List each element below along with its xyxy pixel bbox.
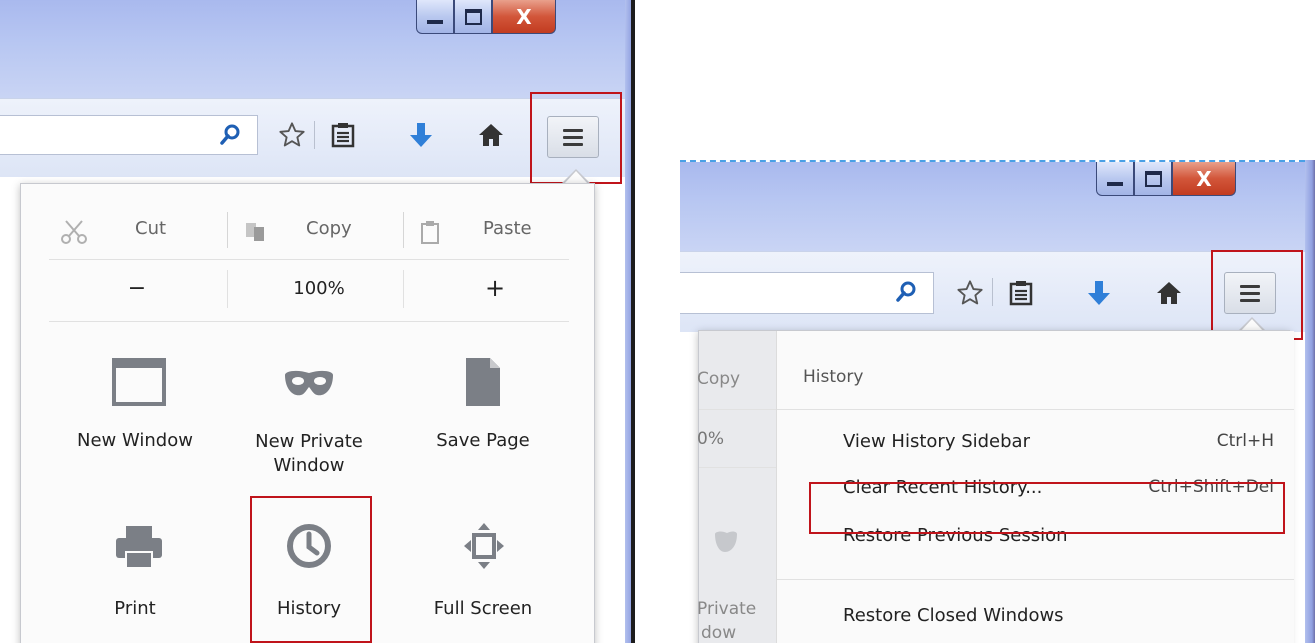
page-icon — [455, 350, 511, 414]
behind-private-line1: Private — [697, 599, 757, 619]
zoom-level[interactable]: 100% — [279, 278, 359, 299]
right-browser-window: X Copy 0% Private dow History View Histo… — [680, 160, 1315, 643]
edit-divider — [227, 212, 228, 248]
full-screen-label: Full Screen — [433, 598, 533, 619]
minimize-button[interactable] — [1096, 162, 1134, 196]
bookmark-star-icon[interactable] — [953, 276, 987, 310]
bookmarks-list-icon[interactable] — [1004, 276, 1038, 310]
close-button[interactable]: X — [492, 0, 556, 34]
restore-closed-windows-label: Restore Closed Windows — [843, 605, 1064, 626]
separator — [777, 579, 1294, 580]
separator — [777, 409, 1294, 410]
home-icon[interactable] — [474, 118, 508, 152]
full-screen-item[interactable]: Full Screen — [397, 514, 569, 634]
separator — [699, 409, 777, 410]
new-private-window-label: New Private Window — [255, 431, 363, 476]
separator — [49, 321, 569, 322]
toolbar-separator — [314, 121, 315, 149]
zoom-divider — [403, 270, 404, 308]
zoom-out-button[interactable]: − — [117, 276, 157, 301]
view-history-sidebar-shortcut: Ctrl+H — [1216, 431, 1274, 451]
minimize-button[interactable] — [416, 0, 454, 34]
view-history-sidebar-item[interactable]: View History Sidebar Ctrl+H — [777, 423, 1294, 463]
behind-copy-label: Copy — [697, 369, 741, 389]
download-arrow-icon[interactable] — [1082, 276, 1116, 310]
bookmark-star-icon[interactable] — [275, 118, 309, 152]
maximize-icon — [1144, 170, 1162, 187]
new-private-window-item[interactable]: New Private Window — [221, 344, 397, 484]
mask-icon — [281, 362, 337, 406]
toolbar-separator — [992, 278, 993, 306]
save-page-label: Save Page — [436, 430, 530, 451]
separator — [699, 467, 777, 468]
window-icon — [111, 354, 167, 410]
print-item[interactable]: Print — [49, 514, 221, 634]
highlight-clear-recent-history — [809, 482, 1285, 534]
printer-icon — [111, 520, 167, 574]
fullscreen-icon — [459, 518, 509, 574]
window-frame-edge — [1305, 160, 1315, 643]
close-icon: X — [516, 4, 532, 29]
minimize-icon — [1107, 181, 1123, 186]
copy-button[interactable]: Copy — [306, 218, 352, 239]
new-window-item[interactable]: New Window — [49, 344, 221, 484]
maximize-button[interactable] — [1134, 162, 1172, 196]
paste-icon — [415, 217, 445, 247]
window-controls: X — [416, 0, 556, 36]
view-history-sidebar-label: View History Sidebar — [843, 431, 1030, 452]
edit-divider — [403, 212, 404, 248]
paste-button[interactable]: Paste — [483, 218, 532, 239]
highlight-history-item — [250, 496, 372, 643]
download-arrow-icon[interactable] — [404, 118, 438, 152]
history-subview-title: History — [803, 367, 864, 387]
new-window-label: New Window — [77, 430, 193, 451]
cut-button[interactable]: Cut — [135, 218, 166, 239]
maximize-button[interactable] — [454, 0, 492, 34]
window-frame-dark-edge — [631, 0, 635, 643]
cut-icon — [57, 217, 91, 247]
maximize-icon — [464, 8, 482, 25]
copy-icon — [241, 218, 271, 246]
left-browser-window: X Cut Copy Paste − 100% + New Window New… — [0, 0, 635, 643]
minimize-icon — [427, 19, 443, 24]
separator — [49, 259, 569, 260]
bookmarks-list-icon[interactable] — [326, 118, 360, 152]
zoom-in-button[interactable]: + — [475, 274, 515, 302]
search-icon[interactable] — [214, 119, 246, 151]
save-page-item[interactable]: Save Page — [397, 344, 569, 484]
print-label: Print — [114, 598, 156, 619]
close-icon: X — [1196, 166, 1212, 191]
home-icon[interactable] — [1152, 276, 1186, 310]
zoom-divider — [227, 270, 228, 308]
restore-closed-windows-item[interactable]: Restore Closed Windows — [777, 597, 1294, 637]
search-icon[interactable] — [890, 276, 922, 308]
behind-zoom-label: 0% — [697, 429, 724, 449]
mask-icon — [711, 527, 741, 557]
window-controls: X — [1096, 162, 1236, 198]
close-button[interactable]: X — [1172, 162, 1236, 196]
behind-private-line2: dow — [701, 623, 737, 643]
